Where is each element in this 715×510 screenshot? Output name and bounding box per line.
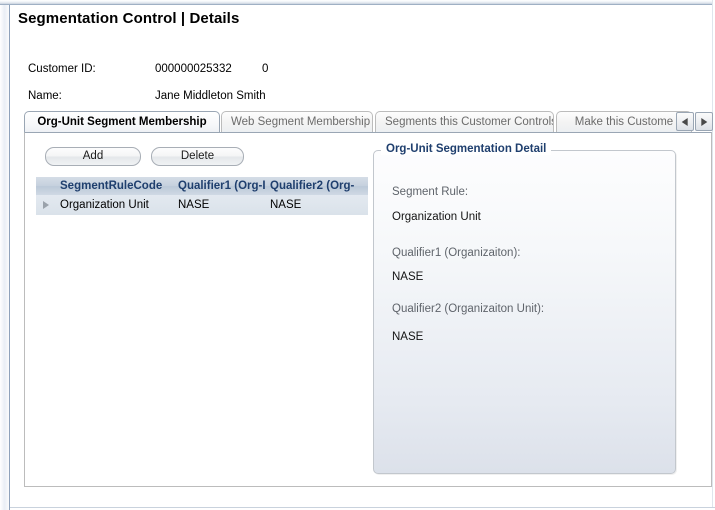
window-left-rail-divider	[9, 5, 10, 510]
tab-strip: Org-Unit Segment Membership Web Segment …	[24, 111, 713, 133]
triangle-left-icon	[681, 117, 688, 126]
cell-qualifier2[interactable]: NASE	[266, 195, 368, 215]
qualifier1-label: Qualifier1 (Organizaiton):	[392, 247, 521, 259]
segment-membership-grid[interactable]: SegmentRuleCode Qualifier1 (Org-I Qualif…	[36, 177, 368, 215]
cell-qualifier1[interactable]: NASE	[174, 195, 266, 215]
qualifier2-value: NASE	[392, 331, 424, 343]
column-header-segmentrulecode[interactable]: SegmentRuleCode	[56, 177, 174, 195]
tab-scroll-right-button[interactable]	[695, 112, 713, 131]
customer-name-value: Jane Middleton Smith	[155, 90, 266, 102]
customer-name-label: Name:	[28, 90, 62, 102]
cell-segmentrulecode[interactable]: Organization Unit	[56, 195, 174, 215]
customer-name-row: Name: Jane Middleton Smith	[0, 90, 400, 106]
tab-make-this-customer[interactable]: Make this Custome	[556, 111, 692, 132]
row-selector-cell[interactable]	[36, 195, 56, 215]
segment-rule-label: Segment Rule:	[392, 186, 469, 198]
tab-segments-this-customer-controls[interactable]: Segments this Customer Controls	[375, 111, 554, 132]
detail-panel-legend: Org-Unit Segmentation Detail	[381, 143, 552, 155]
page-title: Segmentation Control | Details	[18, 10, 240, 27]
customer-id-value: 000000025332	[155, 63, 232, 75]
column-header-qualifier1[interactable]: Qualifier1 (Org-I	[174, 177, 266, 195]
tab-scroll-left-button[interactable]	[676, 112, 694, 131]
segment-rule-value: Organization Unit	[392, 211, 481, 223]
tab-web-segment-membership[interactable]: Web Segment Membership	[221, 111, 373, 132]
triangle-right-icon	[701, 117, 708, 126]
table-row[interactable]: Organization Unit NASE NASE	[36, 195, 368, 215]
add-button[interactable]: Add	[45, 147, 141, 166]
customer-id-row: Customer ID: 000000025332 0	[0, 63, 400, 79]
window-top-strip	[0, 0, 715, 5]
column-header-qualifier2[interactable]: Qualifier2 (Org-	[266, 177, 368, 195]
delete-button[interactable]: Delete	[151, 147, 244, 166]
qualifier1-value: NASE	[392, 271, 424, 283]
application-window: Segmentation Control | Details Customer …	[0, 0, 715, 510]
tab-org-unit-segment-membership[interactable]: Org-Unit Segment Membership	[24, 111, 220, 132]
customer-id-suffix-value: 0	[262, 63, 269, 75]
row-selector-triangle-icon	[43, 201, 49, 209]
table-header-row: SegmentRuleCode Qualifier1 (Org-I Qualif…	[36, 177, 368, 195]
column-header-indicator[interactable]	[36, 177, 56, 195]
qualifier2-label: Qualifier2 (Organizaiton Unit):	[392, 303, 545, 315]
customer-id-label: Customer ID:	[28, 63, 96, 75]
